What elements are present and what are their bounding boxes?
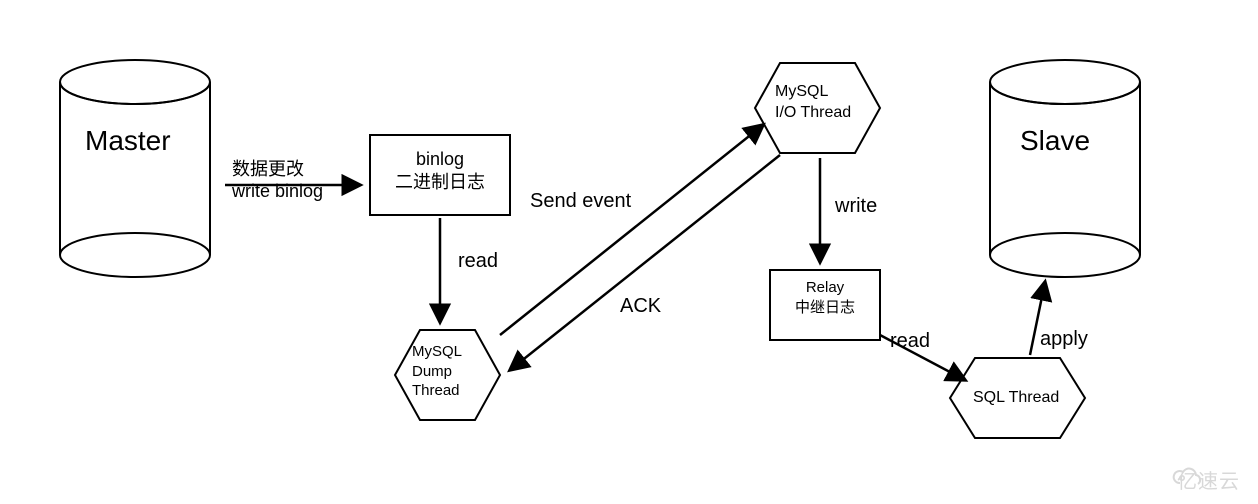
label-slave: Slave [1020,123,1090,159]
label-edge-master-to-binlog: 数据更改 write binlog [232,155,323,202]
watermark: 亿速云 [1171,465,1240,494]
node-slave [990,60,1140,277]
label-edge-binlog-to-dump: read [458,250,498,273]
label-edge-dump-to-io: Send event [530,190,631,213]
label-sql-thread: SQL Thread [973,388,1059,409]
diagram-canvas [0,0,1258,504]
edge-io-to-dump [510,155,780,370]
label-edge-sql-to-slave: apply [1040,328,1088,351]
label-io-thread: MySQL I/O Thread [775,82,851,124]
label-edge-io-to-dump: ACK [620,295,661,318]
label-relay: Relay 中继日志 [790,278,860,317]
label-binlog: binlog 二进制日志 [395,148,485,195]
label-edge-relay-to-sql: read [890,330,930,353]
label-dump-thread: MySQL Dump Thread [412,342,462,401]
node-master [60,60,210,277]
label-master: Master [85,123,171,159]
label-edge-io-to-relay: write [835,195,877,218]
